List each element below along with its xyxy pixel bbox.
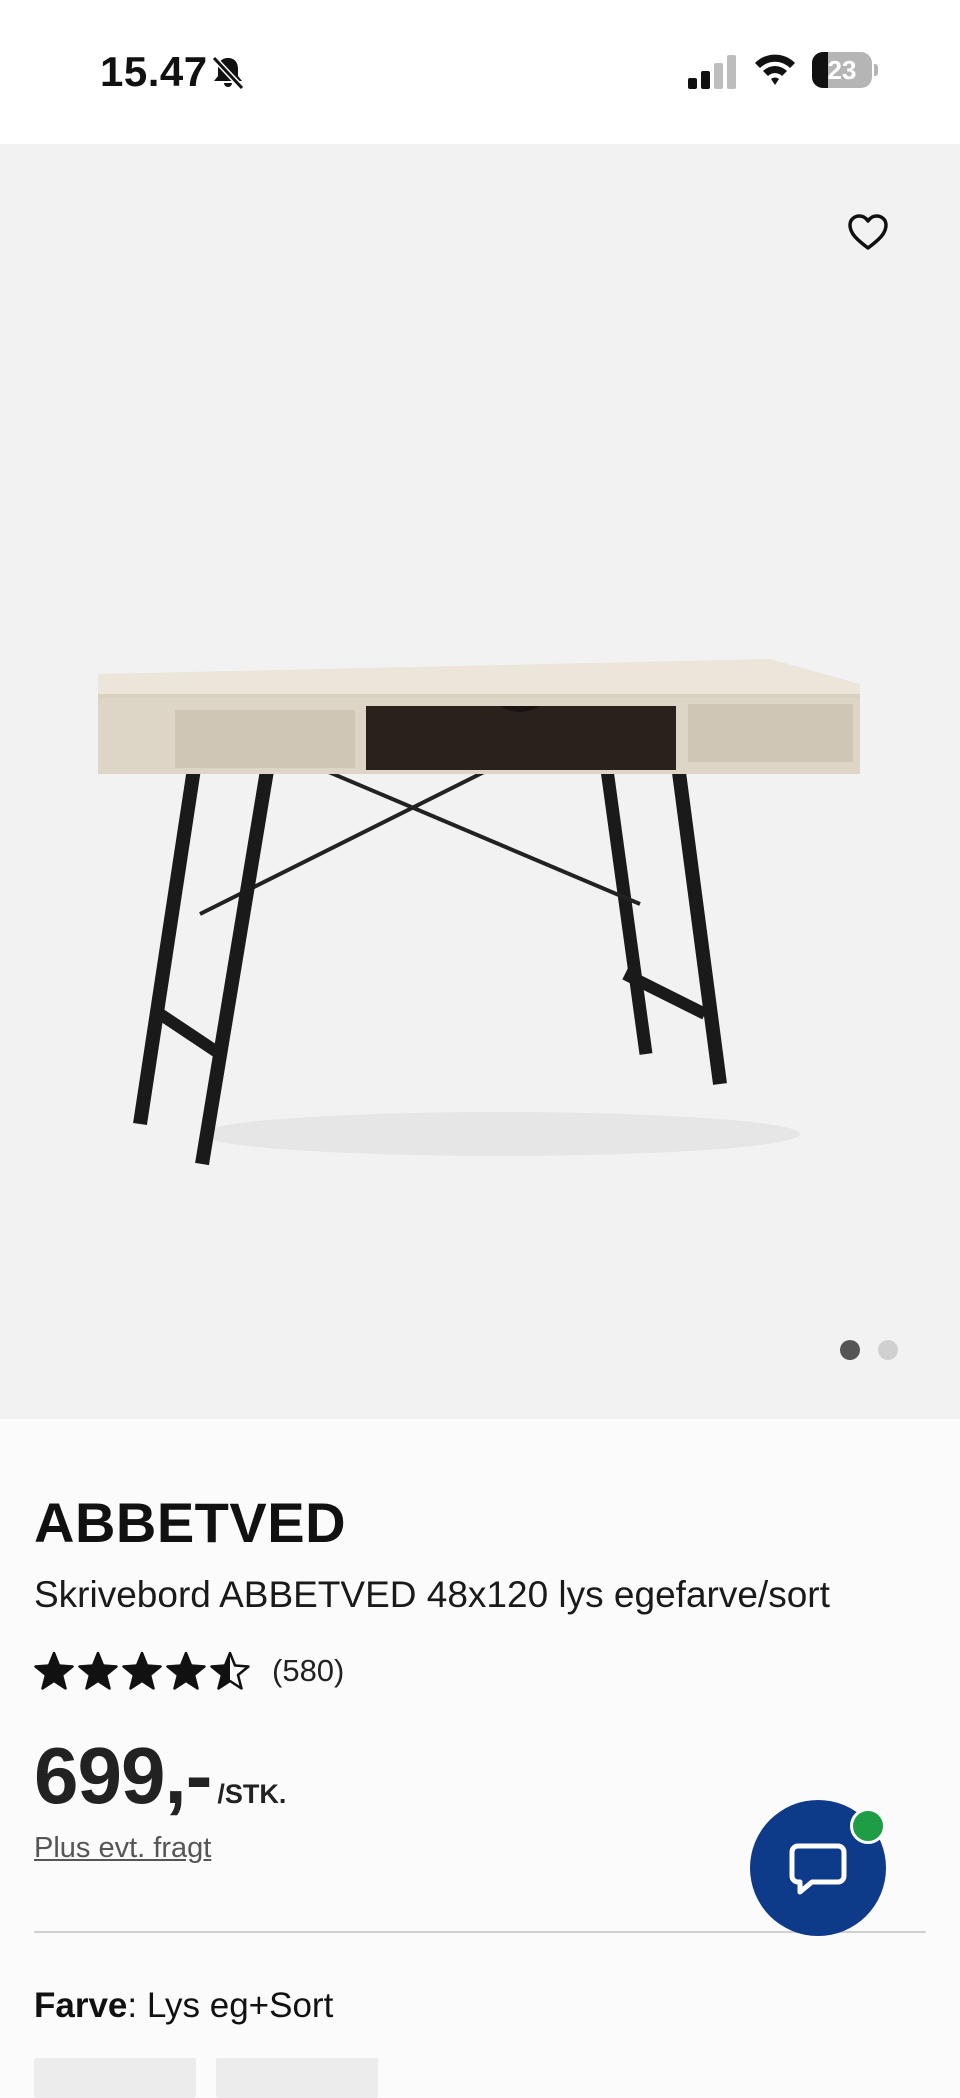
review-count[interactable]: (580)	[272, 1653, 344, 1689]
color-swatch-1[interactable]	[34, 2058, 196, 2098]
color-swatch-2[interactable]	[216, 2058, 378, 2098]
color-label: Farve	[34, 1986, 128, 2025]
star-full-icon	[122, 1651, 162, 1690]
battery-level: 23	[827, 55, 857, 85]
color-row: Farve: Lys eg+Sort	[34, 1986, 333, 2026]
chat-bubble-icon	[789, 1843, 847, 1895]
star-full-icon	[166, 1651, 206, 1690]
star-half-icon	[210, 1651, 250, 1690]
shipping-link[interactable]: Plus evt. fragt	[34, 1832, 211, 1865]
image-pagination	[840, 1340, 898, 1364]
price-row: 699,- /STK.	[34, 1730, 286, 1822]
battery-icon: 23	[812, 52, 878, 88]
pagination-dot-2[interactable]	[878, 1340, 898, 1360]
product-rating[interactable]: (580)	[34, 1646, 344, 1696]
status-bar: 15.47 23	[0, 0, 960, 144]
product-price: 699,-	[34, 1731, 212, 1820]
product-gallery[interactable]	[0, 144, 960, 1419]
bell-slash-icon	[211, 55, 245, 91]
product-name: Skrivebord ABBETVED 48x120 lys egefarve/…	[34, 1574, 830, 1615]
color-value: Lys eg+Sort	[146, 1986, 334, 2025]
rating-stars	[34, 1651, 250, 1691]
status-time: 15.47	[100, 48, 208, 95]
star-full-icon	[34, 1651, 74, 1690]
heart-outline-icon	[848, 214, 888, 250]
favorite-button[interactable]	[840, 204, 896, 260]
signal-icon	[688, 55, 736, 89]
star-full-icon	[78, 1651, 118, 1690]
product-brand: ABBETVED	[34, 1491, 347, 1554]
chat-online-badge	[850, 1808, 886, 1844]
product-image-desk[interactable]	[80, 484, 880, 1204]
pagination-dot-1[interactable]	[840, 1340, 860, 1360]
wifi-icon	[755, 54, 795, 85]
color-separator: :	[127, 1986, 147, 2025]
price-unit: /STK.	[217, 1779, 287, 1809]
